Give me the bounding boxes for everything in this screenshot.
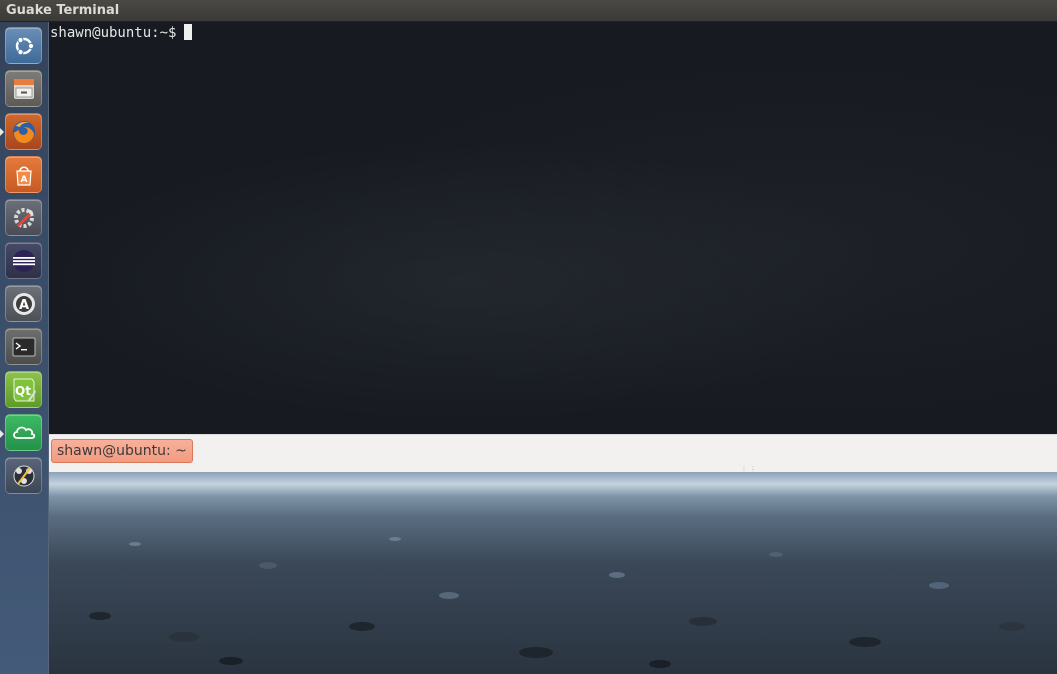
- launcher: A A Qt: [0, 22, 49, 674]
- desktop-wallpaper: [49, 472, 1057, 674]
- launcher-item-software-center[interactable]: A: [5, 156, 42, 193]
- launcher-item-qt-creator[interactable]: Qt: [5, 371, 42, 408]
- launcher-item-terminal[interactable]: [5, 328, 42, 365]
- ubuntu-logo-icon: [15, 36, 34, 55]
- terminal-area[interactable]: shawn@ubuntu:~$: [49, 22, 1057, 434]
- svg-text:A: A: [20, 175, 27, 185]
- window-title: Guake Terminal: [0, 0, 1057, 22]
- terminal-prompt: shawn@ubuntu:~$: [50, 25, 177, 41]
- launcher-item-dash-home[interactable]: [5, 27, 42, 64]
- svg-text:A: A: [18, 298, 28, 313]
- launcher-item-tweak-tool[interactable]: [5, 457, 42, 494]
- launcher-item-firefox[interactable]: [5, 113, 42, 150]
- running-indicator: [0, 430, 4, 438]
- firefox-icon: [12, 120, 35, 143]
- text-cursor: [184, 24, 193, 40]
- launcher-item-cloud-sync[interactable]: [5, 414, 42, 451]
- eclipse-icon: [12, 249, 35, 272]
- launcher-item-software-updater[interactable]: A: [5, 285, 42, 322]
- settings-wrench-icon: [13, 207, 34, 228]
- launcher-item-files[interactable]: [5, 70, 42, 107]
- tab-terminal-session[interactable]: shawn@ubuntu: ~: [51, 439, 193, 463]
- launcher-item-system-settings[interactable]: [5, 199, 42, 236]
- file-cabinet-icon: [13, 78, 34, 99]
- software-center-icon: A: [15, 166, 32, 186]
- software-updater-icon: A: [12, 292, 35, 315]
- running-indicator: [0, 128, 4, 136]
- terminal-prompt-line: shawn@ubuntu:~$: [50, 24, 193, 42]
- svg-text:Qt: Qt: [15, 384, 31, 398]
- tab-bar: shawn@ubuntu: ~ ⋮⋮: [49, 434, 1057, 474]
- cloud-icon: [12, 426, 35, 439]
- tweak-tool-icon: [13, 465, 34, 486]
- launcher-item-eclipse[interactable]: [5, 242, 42, 279]
- qt-creator-icon: Qt: [13, 378, 36, 401]
- terminal-icon: [12, 337, 35, 356]
